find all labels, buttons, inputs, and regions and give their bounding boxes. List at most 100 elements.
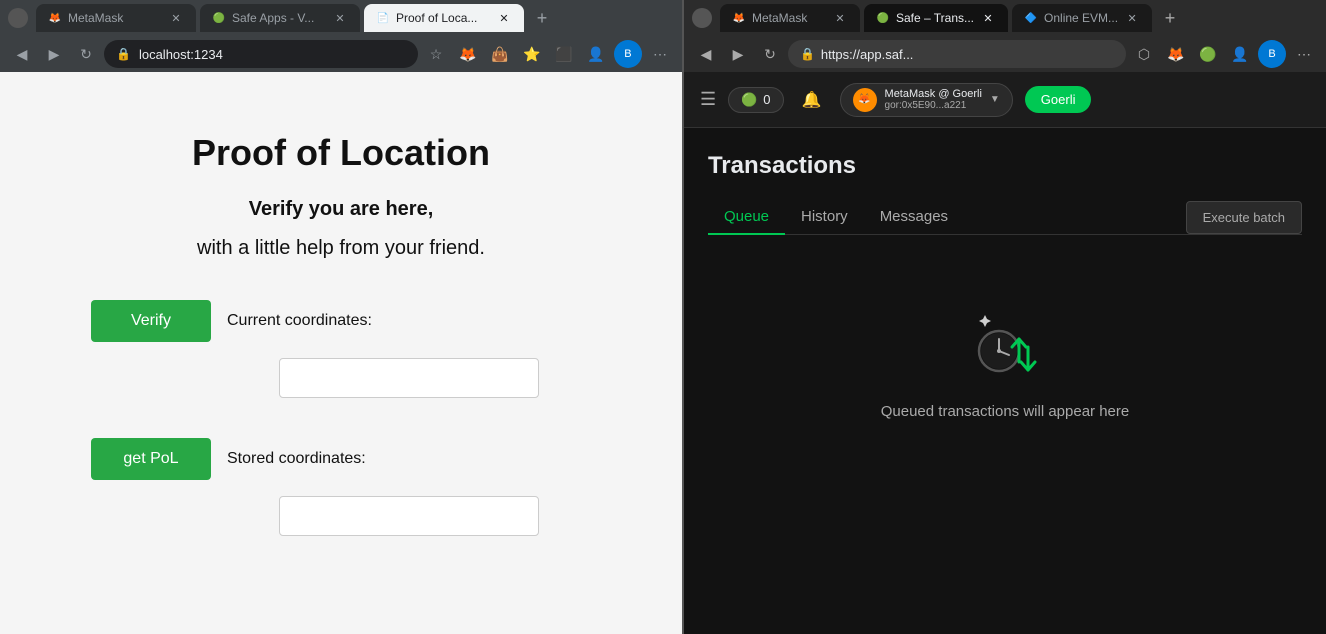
left-browser-chrome: 🦊 MetaMask ✕ 🟢 Safe Apps - V... ✕ 📄 Proo… [0, 0, 682, 72]
toolbar-icons: ☆ 🦊 👜 ⭐ ⬛ 👤 B ⋯ [422, 40, 674, 68]
right-address-bar[interactable]: 🔒 https://app.saf... [788, 40, 1126, 68]
right-address-text: https://app.saf... [821, 47, 914, 62]
right-share-icon[interactable]: ⬡ [1130, 40, 1158, 68]
left-browser-panel: 🦊 MetaMask ✕ 🟢 Safe Apps - V... ✕ 📄 Proo… [0, 0, 682, 634]
account-address: gor:0x5E90...a221 [885, 100, 982, 111]
new-tab-button[interactable]: + [528, 4, 556, 32]
get-pol-row: get PoL Stored coordinates: [91, 438, 591, 480]
right-profile-icon[interactable]: 👤 [1226, 40, 1254, 68]
tab-queue[interactable]: Queue [708, 200, 785, 235]
right-bing-icon[interactable]: B [1258, 40, 1286, 68]
lock-icon: 🔒 [116, 47, 131, 61]
account-info: MetaMask @ Goerli gor:0x5E90...a221 [885, 88, 982, 111]
hamburger-menu-icon[interactable]: ☰ [700, 89, 716, 110]
right-refresh-button[interactable]: ↻ [756, 40, 784, 68]
right-metamask-favicon: 🦊 [732, 11, 746, 25]
right-more-options-icon[interactable]: ⋯ [1290, 40, 1318, 68]
right-safe-favicon: 🟢 [876, 11, 890, 25]
verify-row: Verify Current coordinates: [91, 300, 591, 342]
right-lock-icon: 🔒 [800, 47, 815, 61]
page-subtitle: Verify you are here, [249, 198, 434, 221]
right-metamask-close[interactable]: ✕ [832, 10, 848, 26]
goerli-button[interactable]: Goerli [1025, 86, 1092, 113]
right-new-tab-button[interactable]: + [1156, 4, 1184, 32]
stored-coords-label: Stored coordinates: [227, 450, 366, 468]
left-page-content: Proof of Location Verify you are here, w… [0, 72, 682, 634]
more-options-icon[interactable]: ⋯ [646, 40, 674, 68]
right-safe-ext-icon[interactable]: 🟢 [1194, 40, 1222, 68]
right-evm-label: Online EVM... [1044, 11, 1118, 25]
back-button[interactable]: ◀ [8, 40, 36, 68]
page-text: with a little help from your friend. [197, 237, 485, 260]
network-count: 0 [763, 92, 770, 107]
safe-header: ☰ 🟢 0 🔔 🦊 MetaMask @ Goerli gor:0x5E90..… [684, 72, 1326, 128]
right-browser-panel: 🦊 MetaMask ✕ 🟢 Safe – Trans... ✕ 🔷 Onlin… [684, 0, 1326, 634]
right-metamask-ext-icon[interactable]: 🦊 [1162, 40, 1190, 68]
refresh-button[interactable]: ↻ [72, 40, 100, 68]
transactions-title: Transactions [708, 152, 1302, 180]
bookmarks-icon[interactable]: ⭐ [518, 40, 546, 68]
tab-proof-of-location[interactable]: 📄 Proof of Loca... ✕ [364, 4, 524, 32]
account-chevron-icon: ▼ [990, 94, 1000, 105]
account-name: MetaMask @ Goerli [885, 88, 982, 100]
network-icon: 🟢 [741, 92, 757, 108]
tab-safe-apps-close[interactable]: ✕ [332, 10, 348, 26]
bookmark-star-icon[interactable]: ☆ [422, 40, 450, 68]
proof-favicon: 📄 [376, 11, 390, 25]
right-metamask-label: MetaMask [752, 11, 826, 25]
right-tab-bar: 🦊 MetaMask ✕ 🟢 Safe – Trans... ✕ 🔷 Onlin… [684, 0, 1326, 36]
right-address-bar-row: ◀ ▶ ↻ 🔒 https://app.saf... ⬡ 🦊 🟢 👤 B ⋯ [684, 36, 1326, 72]
wallet-icon[interactable]: 👜 [486, 40, 514, 68]
network-badge[interactable]: 🟢 0 [728, 87, 783, 113]
current-coords-input[interactable] [279, 358, 539, 398]
right-back-button[interactable]: ◀ [692, 40, 720, 68]
tab-proof-close[interactable]: ✕ [496, 10, 512, 26]
tab-safe-apps-label: Safe Apps - V... [232, 11, 326, 25]
empty-state-text: Queued transactions will appear here [881, 403, 1129, 420]
tab-messages[interactable]: Messages [864, 200, 964, 235]
right-evm-close[interactable]: ✕ [1124, 10, 1140, 26]
verify-button[interactable]: Verify [91, 300, 211, 342]
left-tab-bar: 🦊 MetaMask ✕ 🟢 Safe Apps - V... ✕ 📄 Proo… [0, 0, 682, 36]
right-safe-label: Safe – Trans... [896, 11, 974, 25]
tab-metamask-left-label: MetaMask [68, 11, 162, 25]
tab-proof-label: Proof of Loca... [396, 11, 490, 25]
right-evm-favicon: 🔷 [1024, 11, 1038, 25]
stored-coords-input[interactable] [279, 496, 539, 536]
tab-metamask-left[interactable]: 🦊 MetaMask ✕ [36, 4, 196, 32]
left-address-bar-row: ◀ ▶ ↻ 🔒 localhost:1234 ☆ 🦊 👜 ⭐ ⬛ 👤 B ⋯ [0, 36, 682, 72]
tab-safe-apps[interactable]: 🟢 Safe Apps - V... ✕ [200, 4, 360, 32]
right-tab-metamask[interactable]: 🦊 MetaMask ✕ [720, 4, 860, 32]
transaction-tabs: Queue History Messages Execute batch [708, 200, 1302, 235]
empty-transactions-icon [965, 307, 1045, 387]
right-browser-chrome: 🦊 MetaMask ✕ 🟢 Safe – Trans... ✕ 🔷 Onlin… [684, 0, 1326, 72]
bing-icon[interactable]: B [614, 40, 642, 68]
right-safe-close[interactable]: ✕ [980, 10, 996, 26]
execute-batch-button[interactable]: Execute batch [1186, 201, 1302, 234]
address-text: localhost:1234 [139, 47, 223, 62]
apps-icon[interactable]: ⬛ [550, 40, 578, 68]
notification-bell-icon[interactable]: 🔔 [796, 84, 828, 116]
empty-queue-state: Queued transactions will appear here [708, 267, 1302, 460]
right-tab-safe-trans[interactable]: 🟢 Safe – Trans... ✕ [864, 4, 1008, 32]
right-forward-button[interactable]: ▶ [724, 40, 752, 68]
address-bar[interactable]: 🔒 localhost:1234 [104, 40, 418, 68]
get-pol-button[interactable]: get PoL [91, 438, 211, 480]
account-avatar: 🦊 [853, 88, 877, 112]
forward-button[interactable]: ▶ [40, 40, 68, 68]
safe-main-content: Transactions Queue History Messages Exec… [684, 128, 1326, 634]
window-control-icon[interactable] [8, 8, 28, 28]
safe-apps-favicon: 🟢 [212, 11, 226, 25]
page-title: Proof of Location [192, 132, 490, 174]
metamask-favicon: 🦊 [48, 11, 62, 25]
current-coords-label: Current coordinates: [227, 312, 372, 330]
account-badge[interactable]: 🦊 MetaMask @ Goerli gor:0x5E90...a221 ▼ [840, 83, 1013, 117]
right-window-control[interactable] [692, 8, 712, 28]
right-tab-online-evm[interactable]: 🔷 Online EVM... ✕ [1012, 4, 1152, 32]
metamask-ext-icon[interactable]: 🦊 [454, 40, 482, 68]
tab-history[interactable]: History [785, 200, 864, 235]
tab-metamask-left-close[interactable]: ✕ [168, 10, 184, 26]
profile-icon[interactable]: 👤 [582, 40, 610, 68]
right-toolbar-icons: ⬡ 🦊 🟢 👤 B ⋯ [1130, 40, 1318, 68]
safe-app-content: ☰ 🟢 0 🔔 🦊 MetaMask @ Goerli gor:0x5E90..… [684, 72, 1326, 634]
